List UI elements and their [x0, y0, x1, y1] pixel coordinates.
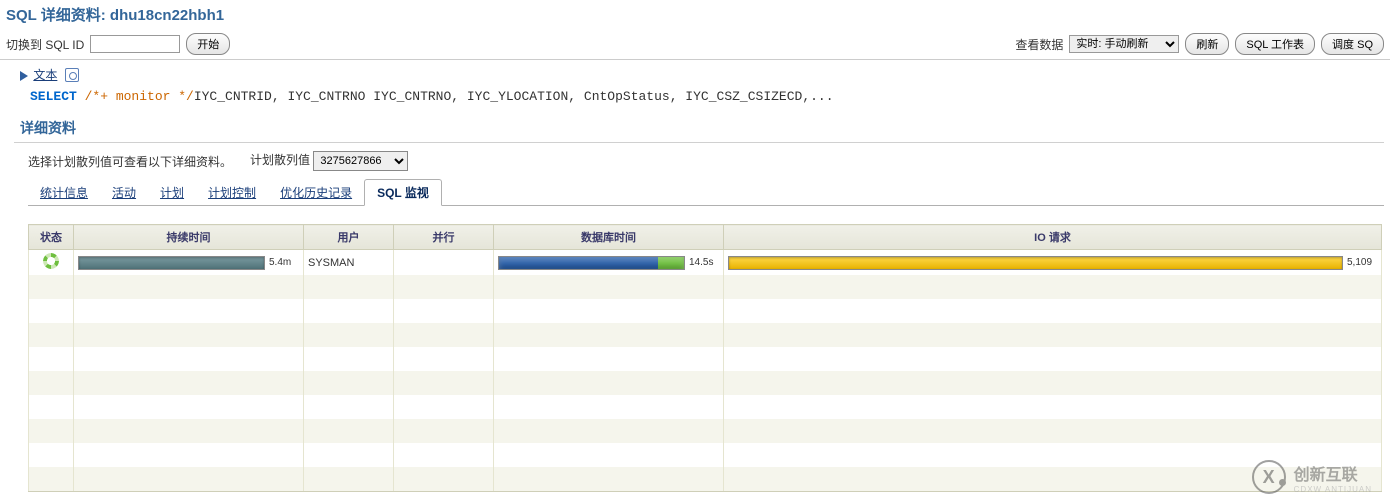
col-user[interactable]: 用户	[304, 225, 394, 250]
sql-keyword-select: SELECT	[30, 89, 85, 104]
top-toolbar: 切换到 SQL ID 开始 查看数据 实时: 手动刷新 刷新 SQL 工作表 调…	[0, 29, 1390, 60]
watermark: X 创新互联 CDXW ANTIJUAN	[1252, 460, 1372, 494]
dbtime-bar: 14.5s	[498, 256, 719, 270]
plan-hash-select[interactable]: 3275627866	[313, 151, 408, 171]
go-button[interactable]: 开始	[186, 33, 230, 55]
play-icon	[20, 71, 28, 81]
sql-monitor-table: 状态 持续时间 用户 并行 数据库时间 IO 请求 5.4m SYSMAN 14…	[28, 224, 1382, 492]
table-row	[29, 371, 1382, 395]
table-row	[29, 443, 1382, 467]
view-data-label: 查看数据	[1015, 36, 1063, 53]
plan-hash-label: 计划散列值	[250, 153, 310, 167]
expand-text-link[interactable]: 文本	[20, 66, 57, 83]
table-row	[29, 395, 1382, 419]
page-sql-id: dhu18cn22hbh1	[110, 7, 224, 24]
table-row	[29, 347, 1382, 371]
sql-id-input[interactable]	[90, 35, 180, 53]
watermark-subtext: CDXW ANTIJUAN	[1294, 485, 1372, 494]
schedule-sql-button[interactable]: 调度 SQ	[1321, 33, 1384, 55]
col-parallel[interactable]: 并行	[394, 225, 494, 250]
table-row	[29, 467, 1382, 491]
duration-value: 5.4m	[269, 257, 299, 268]
sql-text: SELECT /*+ monitor */IYC_CNTRID, IYC_CNT…	[0, 85, 1390, 114]
table-row	[29, 323, 1382, 347]
tab-activity[interactable]: 活动	[100, 180, 148, 205]
table-row[interactable]: 5.4m SYSMAN 14.5s 5,109	[29, 250, 1382, 276]
sql-hint-comment: /*+ monitor */	[85, 89, 194, 104]
dbtime-value: 14.5s	[689, 257, 719, 268]
io-bar-fill	[728, 256, 1343, 270]
watermark-text: 创新互联	[1294, 461, 1372, 485]
details-header: 详细资料	[14, 114, 1384, 143]
table-header-row: 状态 持续时间 用户 并行 数据库时间 IO 请求	[29, 225, 1382, 250]
table-row	[29, 419, 1382, 443]
duration-bar-fill	[78, 256, 265, 270]
col-dbtime[interactable]: 数据库时间	[494, 225, 724, 250]
col-duration[interactable]: 持续时间	[74, 225, 304, 250]
table-row	[29, 299, 1382, 323]
duration-bar: 5.4m	[78, 256, 299, 270]
io-bar: 5,109	[728, 256, 1377, 270]
toolbar-left: 切换到 SQL ID 开始	[6, 33, 230, 55]
tab-tuning-history[interactable]: 优化历史记录	[268, 180, 364, 205]
sql-body: IYC_CNTRID, IYC_CNTRNO IYC_CNTRNO, IYC_Y…	[194, 89, 834, 104]
sql-worksheet-button[interactable]: SQL 工作表	[1235, 33, 1315, 55]
tab-sql-monitor[interactable]: SQL 监视	[364, 179, 442, 206]
dbtime-bar-fill	[498, 256, 685, 270]
plan-hash-row: 选择计划散列值可查看以下详细资料。 计划散列值 3275627866	[0, 143, 1390, 179]
toolbar-right: 查看数据 实时: 手动刷新 刷新 SQL 工作表 调度 SQ	[1015, 33, 1384, 55]
user-cell: SYSMAN	[304, 250, 394, 276]
page-title-prefix: SQL 详细资料:	[6, 7, 110, 24]
refresh-button[interactable]: 刷新	[1185, 33, 1229, 55]
tab-statistics[interactable]: 统计信息	[28, 180, 100, 205]
text-link-row: 文本	[0, 60, 1390, 85]
io-value: 5,109	[1347, 257, 1377, 268]
tab-plan[interactable]: 计划	[148, 180, 196, 205]
page-title: SQL 详细资料: dhu18cn22hbh1	[0, 0, 1390, 29]
parallel-cell	[394, 250, 494, 276]
watermark-logo-icon: X	[1252, 460, 1286, 494]
col-io[interactable]: IO 请求	[724, 225, 1382, 250]
detail-tabs: 统计信息 活动 计划 计划控制 优化历史记录 SQL 监视	[28, 179, 1384, 206]
text-link-label: 文本	[33, 68, 57, 82]
switch-sqlid-label: 切换到 SQL ID	[6, 36, 84, 53]
col-status[interactable]: 状态	[29, 225, 74, 250]
table-row	[29, 275, 1382, 299]
view-data-select[interactable]: 实时: 手动刷新	[1069, 35, 1179, 53]
status-spinner-icon	[43, 253, 59, 269]
tab-plan-control[interactable]: 计划控制	[196, 180, 268, 205]
clipboard-icon[interactable]	[65, 68, 79, 82]
plan-hash-hint: 选择计划散列值可查看以下详细资料。	[28, 153, 232, 170]
